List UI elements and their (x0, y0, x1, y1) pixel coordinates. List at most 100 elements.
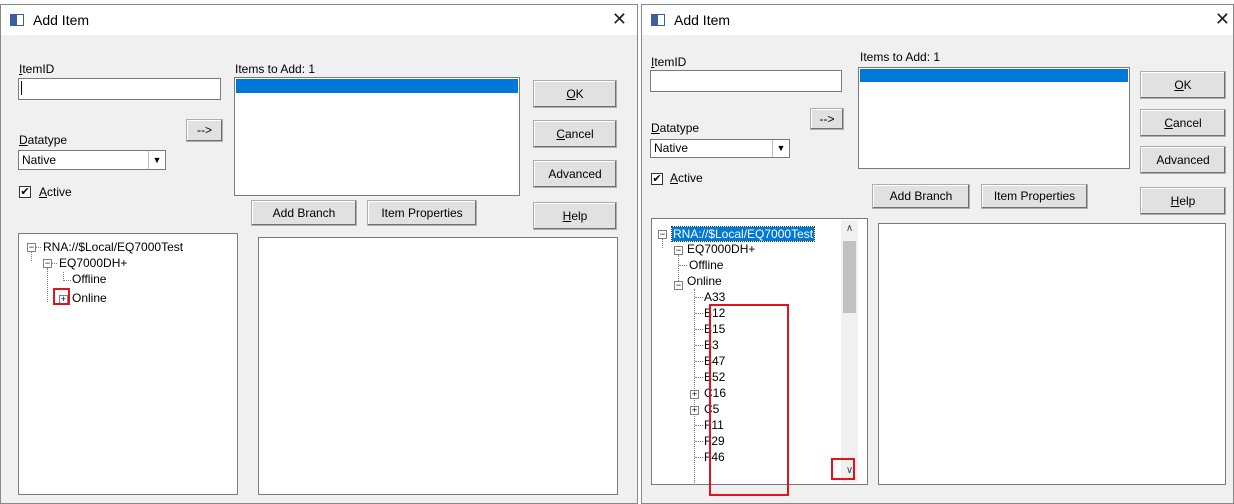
tree-connector (695, 457, 703, 458)
close-icon[interactable]: ✕ (612, 8, 627, 30)
tree-connector (695, 329, 703, 330)
plus-box-icon[interactable]: + (690, 390, 699, 399)
tree-connector (695, 345, 703, 346)
tree-node-online[interactable]: Online (687, 274, 722, 289)
tree-node-root[interactable]: RNA://$Local/EQ7000Test (670, 226, 816, 242)
add-branch-button[interactable]: Add Branch (872, 184, 970, 209)
tree-node-a33[interactable]: A33 (704, 290, 725, 305)
list-item[interactable] (860, 69, 1128, 82)
plus-box-icon[interactable]: + (690, 406, 699, 415)
tree-connector (63, 280, 71, 281)
chevron-down-icon[interactable]: ▼ (148, 151, 165, 169)
tree-node-f46[interactable]: F46 (704, 450, 725, 465)
chevron-down-icon[interactable]: ∨ (841, 462, 858, 479)
tree-node-c5[interactable]: C5 (704, 402, 719, 417)
tree-connector (695, 297, 703, 298)
cancel-button[interactable]: Cancel (1140, 109, 1226, 137)
add-branch-button[interactable]: Add Branch (251, 200, 357, 226)
scrollbar-thumb[interactable] (843, 241, 856, 313)
datatype-label: Datatype (651, 121, 700, 135)
itemid-input[interactable] (18, 78, 221, 100)
tree-node-f29[interactable]: F29 (704, 434, 725, 449)
ok-button[interactable]: OK (1140, 71, 1226, 99)
tree-connector (695, 361, 703, 362)
active-label: Active (39, 185, 72, 199)
active-label: Active (670, 171, 703, 185)
tree-node-f11[interactable]: F11 (704, 418, 724, 433)
tree-node-b52[interactable]: B52 (704, 370, 725, 385)
title-bar: Add Item ✕ (1, 5, 637, 35)
minus-box-icon[interactable]: − (674, 246, 683, 255)
window-icon (651, 14, 665, 26)
advanced-button[interactable]: Advanced (533, 160, 617, 188)
tree-connector (52, 263, 57, 264)
tree-node-b47[interactable]: B47 (704, 354, 725, 369)
tree-connector (36, 247, 41, 248)
close-icon[interactable]: ✕ (1215, 8, 1230, 30)
tree-node-b3[interactable]: B3 (704, 338, 719, 353)
add-item-dialog-left: Add Item ✕ ItemID Items to Add: 1 --> Da… (0, 4, 638, 504)
tree-connector (679, 265, 687, 266)
properties-list[interactable] (258, 237, 618, 495)
tree-node-root[interactable]: RNA://$Local/EQ7000Test (43, 240, 183, 255)
dialog-title: Add Item (674, 12, 731, 28)
help-button[interactable]: Help (1140, 187, 1226, 215)
tree-node-b15[interactable]: B15 (704, 322, 725, 337)
tree-connector (695, 377, 703, 378)
itemid-label: ItemID (651, 55, 687, 69)
datatype-value: Native (22, 153, 57, 167)
active-checkbox[interactable]: ✔ (651, 173, 663, 185)
minus-box-icon[interactable]: − (674, 281, 683, 290)
cancel-button[interactable]: Cancel (533, 120, 617, 148)
items-to-add-list[interactable] (858, 67, 1130, 169)
tree-scrollbar[interactable]: ∧ ∨ (841, 220, 858, 483)
ok-button[interactable]: OK (533, 80, 617, 108)
minus-box-icon[interactable]: − (43, 259, 52, 268)
tree-connector (695, 313, 703, 314)
tree-node-offline[interactable]: Offline (72, 272, 106, 287)
browse-tree[interactable]: − RNA://$Local/EQ7000Test − EQ7000DH+ Of… (651, 218, 868, 485)
title-bar: Add Item ✕ (642, 5, 1233, 35)
items-to-add-label: Items to Add: 1 (235, 62, 316, 76)
chevron-up-icon[interactable]: ∧ (841, 220, 858, 237)
help-button[interactable]: Help (533, 202, 617, 230)
window-icon (10, 14, 24, 26)
list-item[interactable] (236, 79, 518, 93)
datatype-select[interactable]: Native ▼ (650, 139, 790, 158)
tree-node-device[interactable]: EQ7000DH+ (687, 242, 755, 257)
tree-connector (694, 289, 695, 484)
tree-connector (47, 268, 48, 302)
datatype-label: Datatype (19, 133, 68, 147)
itemid-input[interactable] (650, 70, 842, 92)
plus-box-icon[interactable]: + (59, 295, 68, 304)
items-to-add-label: Items to Add: 1 (860, 50, 941, 64)
tree-connector (662, 239, 663, 248)
tree-node-online[interactable]: Online (72, 291, 107, 306)
tree-connector (31, 252, 32, 261)
tree-connector (695, 441, 703, 442)
add-to-list-button[interactable]: --> (810, 108, 844, 130)
datatype-select[interactable]: Native ▼ (18, 150, 166, 170)
minus-box-icon[interactable]: − (658, 230, 667, 239)
item-properties-button[interactable]: Item Properties (981, 184, 1088, 209)
active-checkbox[interactable]: ✔ (19, 186, 31, 198)
tree-node-offline[interactable]: Offline (689, 258, 723, 273)
add-item-dialog-right: Add Item ✕ ItemID Items to Add: 1 --> Da… (641, 4, 1234, 504)
item-properties-button[interactable]: Item Properties (367, 200, 477, 226)
tree-node-device[interactable]: EQ7000DH+ (59, 256, 127, 271)
itemid-label: ItemID (19, 62, 55, 76)
tree-connector (63, 272, 64, 281)
add-to-list-button[interactable]: --> (186, 119, 223, 142)
tree-node-c16[interactable]: C16 (704, 386, 726, 401)
text-caret (21, 80, 22, 95)
browse-tree[interactable]: − RNA://$Local/EQ7000Test − EQ7000DH+ Of… (18, 233, 238, 495)
tree-connector (695, 425, 703, 426)
datatype-value: Native (654, 141, 689, 155)
items-to-add-list[interactable] (234, 77, 520, 196)
chevron-down-icon[interactable]: ▼ (772, 140, 789, 157)
minus-box-icon[interactable]: − (27, 243, 36, 252)
tree-node-b12[interactable]: B12 (704, 306, 725, 321)
advanced-button[interactable]: Advanced (1140, 146, 1226, 174)
properties-list[interactable] (878, 223, 1226, 485)
dialog-title: Add Item (33, 12, 90, 28)
